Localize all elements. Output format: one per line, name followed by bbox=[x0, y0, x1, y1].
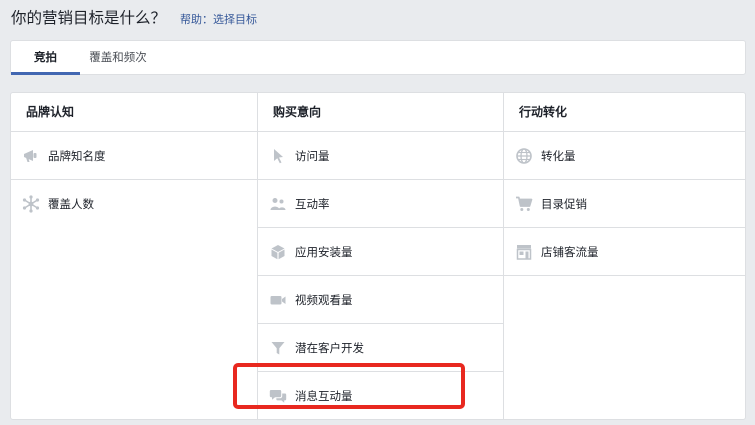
video-camera-icon bbox=[268, 290, 288, 310]
people-icon bbox=[268, 194, 288, 214]
objective-label: 视频观看量 bbox=[295, 292, 353, 307]
objective-video-views[interactable]: 视频观看量 bbox=[258, 276, 504, 324]
megaphone-icon bbox=[21, 146, 41, 166]
page-title: 你的营销目标是什么？ bbox=[11, 9, 167, 27]
objective-label: 潜在客户开发 bbox=[295, 340, 364, 355]
cart-icon bbox=[514, 194, 534, 214]
objective-brand-awareness[interactable]: 品牌知名度 bbox=[11, 132, 257, 180]
objective-catalog-sales[interactable]: 目录促销 bbox=[504, 180, 745, 228]
objective-label: 目录促销 bbox=[541, 196, 587, 211]
objective-label: 店铺客流量 bbox=[541, 244, 599, 259]
store-icon bbox=[514, 242, 534, 262]
objective-label: 品牌知名度 bbox=[48, 148, 106, 163]
globe-icon bbox=[514, 146, 534, 166]
box-icon bbox=[268, 242, 288, 262]
tab-bar: 竞拍 覆盖和频次 bbox=[10, 40, 746, 75]
objective-label: 互动率 bbox=[295, 196, 330, 211]
objective-engagement[interactable]: 互动率 bbox=[258, 180, 504, 228]
tab-reach-and-frequency[interactable]: 覆盖和频次 bbox=[80, 41, 156, 75]
objective-app-installs[interactable]: 应用安装量 bbox=[258, 228, 504, 276]
objective-label: 应用安装量 bbox=[295, 244, 353, 259]
objective-traffic[interactable]: 访问量 bbox=[258, 132, 504, 180]
funnel-icon bbox=[268, 338, 288, 358]
highlight-box bbox=[233, 363, 465, 409]
objective-store-traffic[interactable]: 店铺客流量 bbox=[504, 228, 745, 276]
reach-icon bbox=[21, 194, 41, 214]
objective-conversions[interactable]: 转化量 bbox=[504, 132, 745, 180]
tab-auction[interactable]: 竞拍 bbox=[11, 41, 80, 75]
page-header: 你的营销目标是什么？ 帮助：选择目标 bbox=[11, 6, 257, 28]
column-title: 行动转化 bbox=[504, 93, 745, 132]
objective-label: 覆盖人数 bbox=[48, 197, 94, 211]
objective-label: 访问量 bbox=[295, 148, 330, 163]
help-link[interactable]: 帮助：选择目标 bbox=[180, 11, 257, 27]
cursor-icon bbox=[268, 146, 288, 166]
objective-reach[interactable]: 覆盖人数 bbox=[11, 180, 257, 228]
objective-label: 转化量 bbox=[541, 148, 576, 163]
column-title: 品牌认知 bbox=[11, 93, 257, 132]
column-conversion: 行动转化 转化量 目录促销 店铺客流量 bbox=[503, 93, 745, 419]
column-title: 购买意向 bbox=[258, 93, 504, 132]
column-awareness: 品牌认知 品牌知名度 覆盖人数 bbox=[11, 93, 257, 419]
